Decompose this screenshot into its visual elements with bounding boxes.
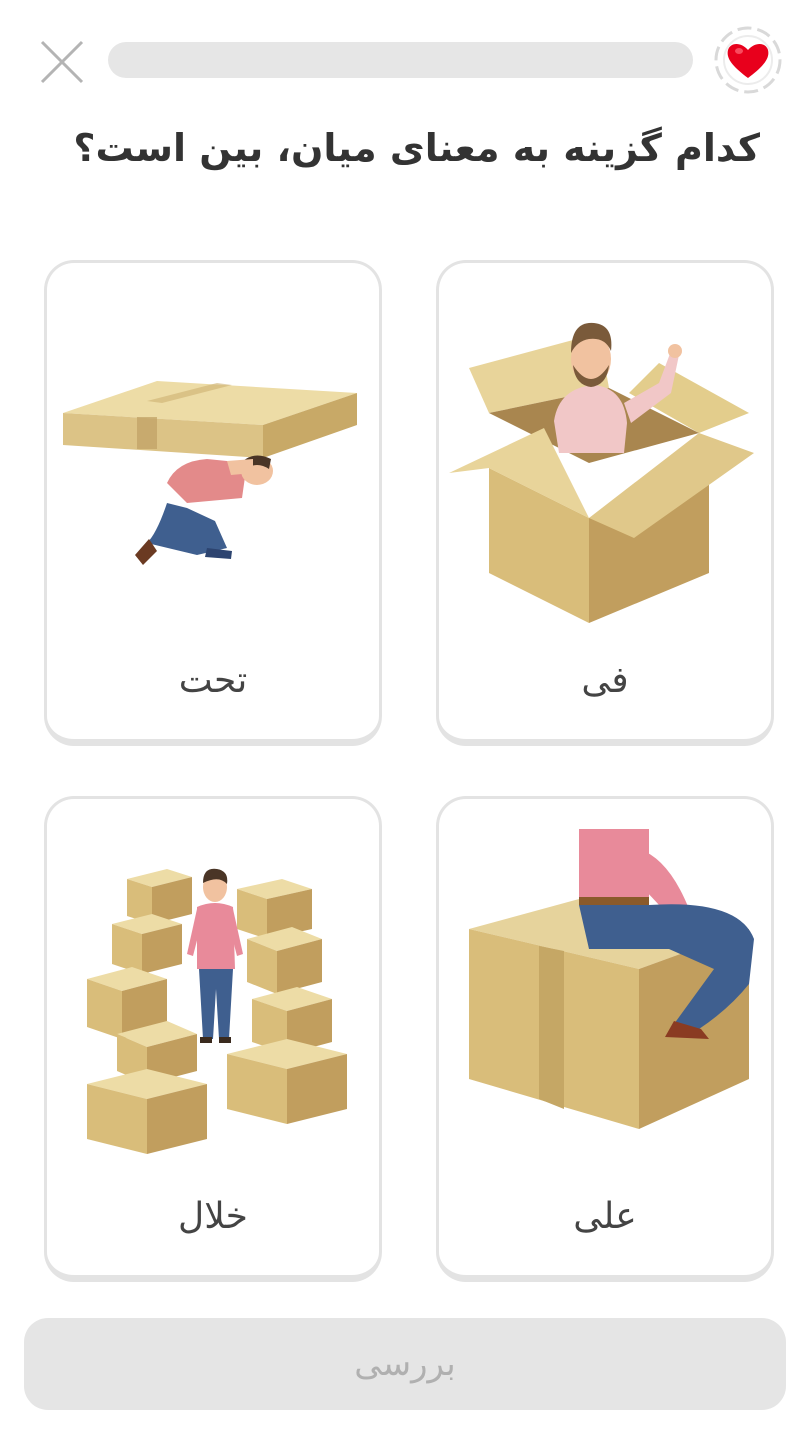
option-card-fi[interactable]: فی	[436, 260, 774, 746]
question-text: کدام گزینه به معنای میان، بین است؟	[73, 126, 760, 170]
check-button[interactable]: بررسی	[24, 1318, 786, 1410]
man-between-boxes-illustration	[87, 868, 347, 1154]
heart-icon	[714, 26, 782, 94]
option-card-taht[interactable]: تحت	[44, 260, 382, 746]
option-label: خلال	[178, 1196, 248, 1237]
option-card-ala[interactable]: علی	[436, 796, 774, 1282]
lesson-progress-bar	[108, 42, 693, 78]
lives-badge[interactable]	[712, 24, 784, 96]
option-label: علی	[573, 1196, 637, 1237]
option-card-khilal[interactable]: خلال	[44, 796, 382, 1282]
man-on-box-illustration	[469, 829, 754, 1129]
close-x-icon	[40, 40, 84, 84]
option-label: تحت	[178, 660, 248, 701]
option-label: فی	[581, 660, 629, 701]
man-in-box-illustration	[449, 322, 754, 623]
close-button[interactable]	[36, 36, 88, 88]
man-under-box-illustration	[63, 381, 357, 565]
